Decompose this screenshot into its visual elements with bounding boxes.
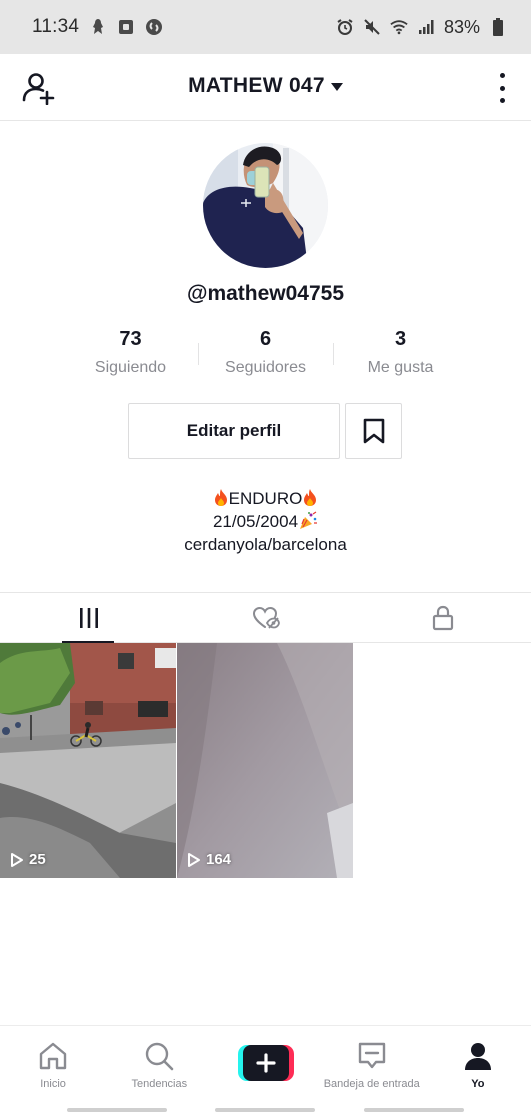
video-preview xyxy=(0,643,176,878)
more-dot-icon xyxy=(499,98,505,103)
home-icon xyxy=(37,1040,69,1072)
play-icon xyxy=(11,852,23,867)
video-thumbnail[interactable]: 164 xyxy=(177,643,353,878)
view-count-value: 25 xyxy=(29,851,46,868)
bio-birthdate: 21/05/2004 xyxy=(212,512,299,531)
fire-emoji-icon xyxy=(304,489,317,506)
create-button[interactable] xyxy=(212,1026,318,1095)
followers-label: Seguidores xyxy=(225,359,306,376)
party-popper-emoji-icon xyxy=(300,511,318,529)
gesture-handle[interactable] xyxy=(215,1108,315,1112)
battery-icon xyxy=(489,18,507,36)
plus-icon xyxy=(255,1053,276,1073)
avatar[interactable] xyxy=(203,143,328,268)
bio-line-1: ENDURO xyxy=(0,487,531,510)
bio-text: ENDURO xyxy=(228,489,303,508)
account-name: MATHEW 047 xyxy=(188,74,325,97)
tab-liked[interactable] xyxy=(177,593,354,642)
view-count-value: 164 xyxy=(206,851,232,868)
shazam-icon xyxy=(145,18,163,36)
nav-inbox[interactable]: Bandeja de entrada xyxy=(319,1026,425,1095)
more-dot-icon xyxy=(499,85,505,91)
system-gesture-bar xyxy=(0,1095,531,1120)
status-left: 11:34 xyxy=(32,16,163,38)
bookmark-icon xyxy=(363,418,384,444)
nav-me-label: Yo xyxy=(471,1078,485,1090)
nav-discover-label: Tendencias xyxy=(131,1078,188,1090)
profile-header: MATHEW 047 xyxy=(0,54,531,121)
app-notification-icon xyxy=(117,18,135,36)
video-thumbnail[interactable]: 25 xyxy=(0,643,176,878)
status-right: 83% xyxy=(336,17,507,38)
stat-likes[interactable]: 3 Me gusta xyxy=(333,328,468,380)
bottom-nav: Inicio Tendencias Bandeja de entrada Yo xyxy=(0,1025,531,1095)
grid-bars-icon xyxy=(79,607,98,628)
stat-following[interactable]: 73 Siguiendo xyxy=(63,328,198,380)
favorites-button[interactable] xyxy=(345,403,402,459)
followers-count: 6 xyxy=(259,328,272,350)
nav-inbox-label: Bandeja de entrada xyxy=(323,1078,420,1090)
lock-icon xyxy=(432,605,453,630)
gesture-handle[interactable] xyxy=(364,1108,464,1112)
status-bar: 11:34 83% xyxy=(0,0,531,54)
likes-count: 3 xyxy=(394,328,407,350)
video-view-count: 164 xyxy=(187,851,231,868)
gesture-handle[interactable] xyxy=(67,1108,167,1112)
battery-percent: 83% xyxy=(443,16,480,37)
nav-home[interactable]: Inicio xyxy=(0,1026,106,1095)
bio: ENDURO 21/05/2004 cerdanyola/barcelona xyxy=(0,487,531,556)
hidden-heart-icon xyxy=(252,606,280,629)
more-options-button[interactable] xyxy=(493,73,511,103)
nav-me[interactable]: Yo xyxy=(425,1026,531,1095)
following-count: 73 xyxy=(119,328,142,350)
profile-icon xyxy=(462,1040,494,1072)
search-icon xyxy=(143,1040,175,1072)
account-switcher[interactable]: MATHEW 047 xyxy=(0,74,531,98)
nav-discover[interactable]: Tendencias xyxy=(106,1026,212,1095)
profile-photo xyxy=(203,143,328,268)
create-video-button xyxy=(237,1045,294,1081)
app-notification-icon xyxy=(89,18,107,36)
nav-home-label: Inicio xyxy=(40,1078,66,1090)
profile-tabs xyxy=(0,592,531,643)
wifi-icon xyxy=(390,18,408,36)
stat-followers[interactable]: 6 Seguidores xyxy=(198,328,333,380)
username: @mathew04755 xyxy=(186,282,345,305)
likes-label: Me gusta xyxy=(367,359,434,376)
mute-icon xyxy=(363,18,381,36)
video-grid: 25 164 xyxy=(0,643,531,878)
bio-line-2: 21/05/2004 xyxy=(0,510,531,533)
caret-down-icon xyxy=(330,83,343,91)
profile-stats: 73 Siguiendo 6 Seguidores 3 Me gusta xyxy=(63,328,468,380)
more-dot-icon xyxy=(499,73,505,78)
status-time: 11:34 xyxy=(32,16,80,37)
bio-line-3: cerdanyola/barcelona xyxy=(184,535,347,554)
video-preview xyxy=(177,643,353,878)
fire-emoji-icon xyxy=(214,489,227,506)
tab-private[interactable] xyxy=(354,593,531,642)
alarm-icon xyxy=(336,18,354,36)
video-view-count: 25 xyxy=(10,851,46,868)
signal-icon xyxy=(417,18,435,36)
inbox-icon xyxy=(356,1040,388,1072)
tab-videos[interactable] xyxy=(0,593,177,643)
play-icon xyxy=(188,852,200,867)
edit-profile-button[interactable]: Editar perfil xyxy=(128,403,340,459)
following-label: Siguiendo xyxy=(94,359,167,376)
